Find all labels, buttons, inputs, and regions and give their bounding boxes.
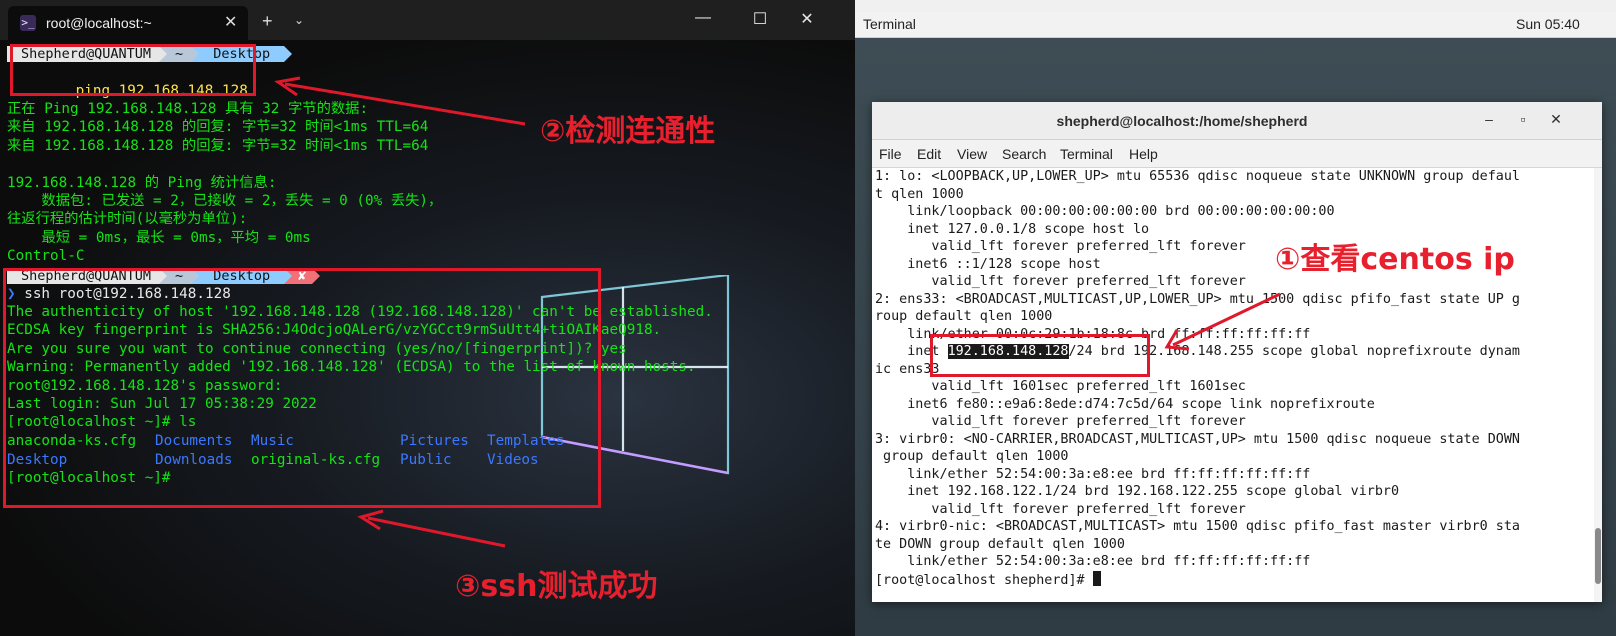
annotation-step3: ③ssh测试成功: [455, 569, 658, 604]
vm-screen: Terminal Sun 05:40 shepherd@localhost:/h…: [855, 0, 1616, 636]
annotation-arrow-ip: [1164, 292, 1281, 351]
annotation-arrows: [274, 76, 526, 548]
annotation-step2: ②检测连通性: [540, 114, 716, 149]
windows-terminal-window: >_ root@localhost:~ ✕ + ⌄ — ☐ ✕ Shepherd…: [0, 0, 855, 636]
annotation-step1: ①查看centos ip: [1275, 242, 1515, 277]
